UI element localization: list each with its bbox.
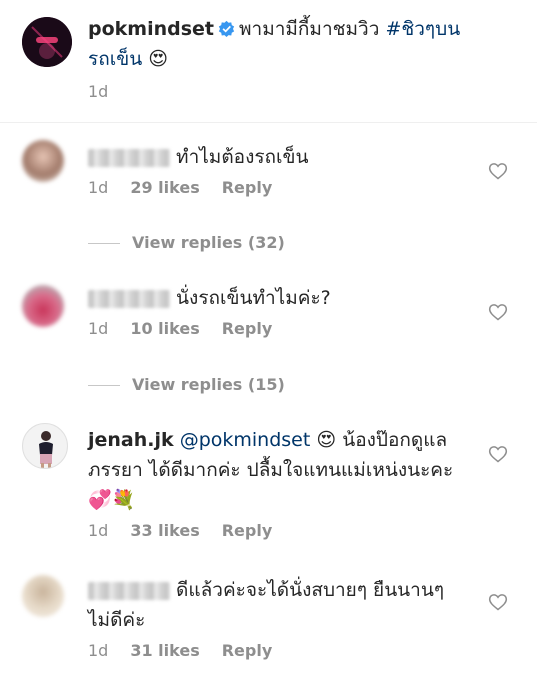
comment-mention[interactable]: @pokmindset (180, 429, 311, 451)
comment-text: ดีแล้วค่ะจะได้นั่งสบายๆ ยืนนานๆ (176, 579, 445, 601)
redacted-username[interactable] (88, 581, 170, 600)
comment-likes[interactable]: 10 likes (130, 319, 199, 338)
view-replies[interactable]: View replies (32) (88, 233, 285, 252)
comment-1: ทำไมต้องรถเข็น 1d 29 likes Reply (88, 142, 468, 197)
heart-outline-icon[interactable] (488, 444, 508, 464)
comment-emoji: 😍 (316, 429, 337, 451)
heart-outline-icon[interactable] (488, 592, 508, 612)
reply-button[interactable]: Reply (222, 178, 273, 197)
post-emoji: 😍 (148, 48, 169, 70)
reply-button[interactable]: Reply (222, 641, 273, 660)
avatar-figure (39, 431, 53, 468)
reply-button[interactable]: Reply (222, 521, 273, 540)
post-caption: pokmindset พามามีกี้มาชมวิว #ชิวๆบน รถเข็… (88, 14, 508, 101)
post-caption-text: พามามีกี้มาชมวิว (239, 18, 380, 40)
redacted-username[interactable] (88, 289, 170, 308)
comment-text: นั่งรถเข็นทำไมค่ะ? (176, 287, 331, 309)
comment-likes[interactable]: 33 likes (130, 521, 199, 540)
comment-time: 1d (88, 521, 109, 540)
comment-text-line2: ภรรยา ได้ดีมากค่ะ ปลื้มใจแทนแม่เหน่งนะคะ (88, 459, 454, 481)
post-time: 1d (88, 82, 109, 101)
replies-line (88, 243, 120, 244)
heart-outline-icon[interactable] (488, 302, 508, 322)
view-replies[interactable]: View replies (15) (88, 375, 285, 394)
verified-badge-icon (218, 20, 235, 37)
comment-text: น้องป๊อกดูแล (342, 429, 448, 451)
comment-likes[interactable]: 29 likes (130, 178, 199, 197)
comment-time: 1d (88, 178, 109, 197)
comment-3: jenah.jk @pokmindset 😍 น้องป๊อกดูแล ภรรย… (88, 425, 488, 540)
comment-avatar[interactable] (22, 140, 64, 182)
view-replies-label[interactable]: View replies (15) (132, 375, 285, 394)
comment-time: 1d (88, 641, 109, 660)
comment-emoji-line: 💞💐 (88, 489, 136, 511)
reply-button[interactable]: Reply (222, 319, 273, 338)
comment-2: นั่งรถเข็นทำไมค่ะ? 1d 10 likes Reply (88, 283, 468, 338)
comment-avatar[interactable] (22, 423, 68, 469)
post-hashtag[interactable]: #ชิวๆบน (385, 18, 460, 40)
post-hashtag-cont[interactable]: รถเข็น (88, 48, 142, 70)
view-replies-label[interactable]: View replies (32) (132, 233, 285, 252)
comment-likes[interactable]: 31 likes (130, 641, 199, 660)
comment-text: ทำไมต้องรถเข็น (176, 146, 309, 168)
comment-avatar[interactable] (22, 575, 64, 617)
comment-4: ดีแล้วค่ะจะได้นั่งสบายๆ ยืนนานๆ ไม่ดีค่ะ… (88, 575, 488, 660)
redacted-username[interactable] (88, 148, 170, 167)
post-username[interactable]: pokmindset (88, 18, 214, 40)
header-divider (0, 122, 537, 123)
post-author-avatar[interactable] (22, 17, 72, 67)
heart-outline-icon[interactable] (488, 161, 508, 181)
comment-time: 1d (88, 319, 109, 338)
comment-avatar[interactable] (22, 285, 64, 327)
comment-username[interactable]: jenah.jk (88, 429, 174, 451)
comment-text-line2: ไม่ดีค่ะ (88, 609, 146, 631)
replies-line (88, 385, 120, 386)
